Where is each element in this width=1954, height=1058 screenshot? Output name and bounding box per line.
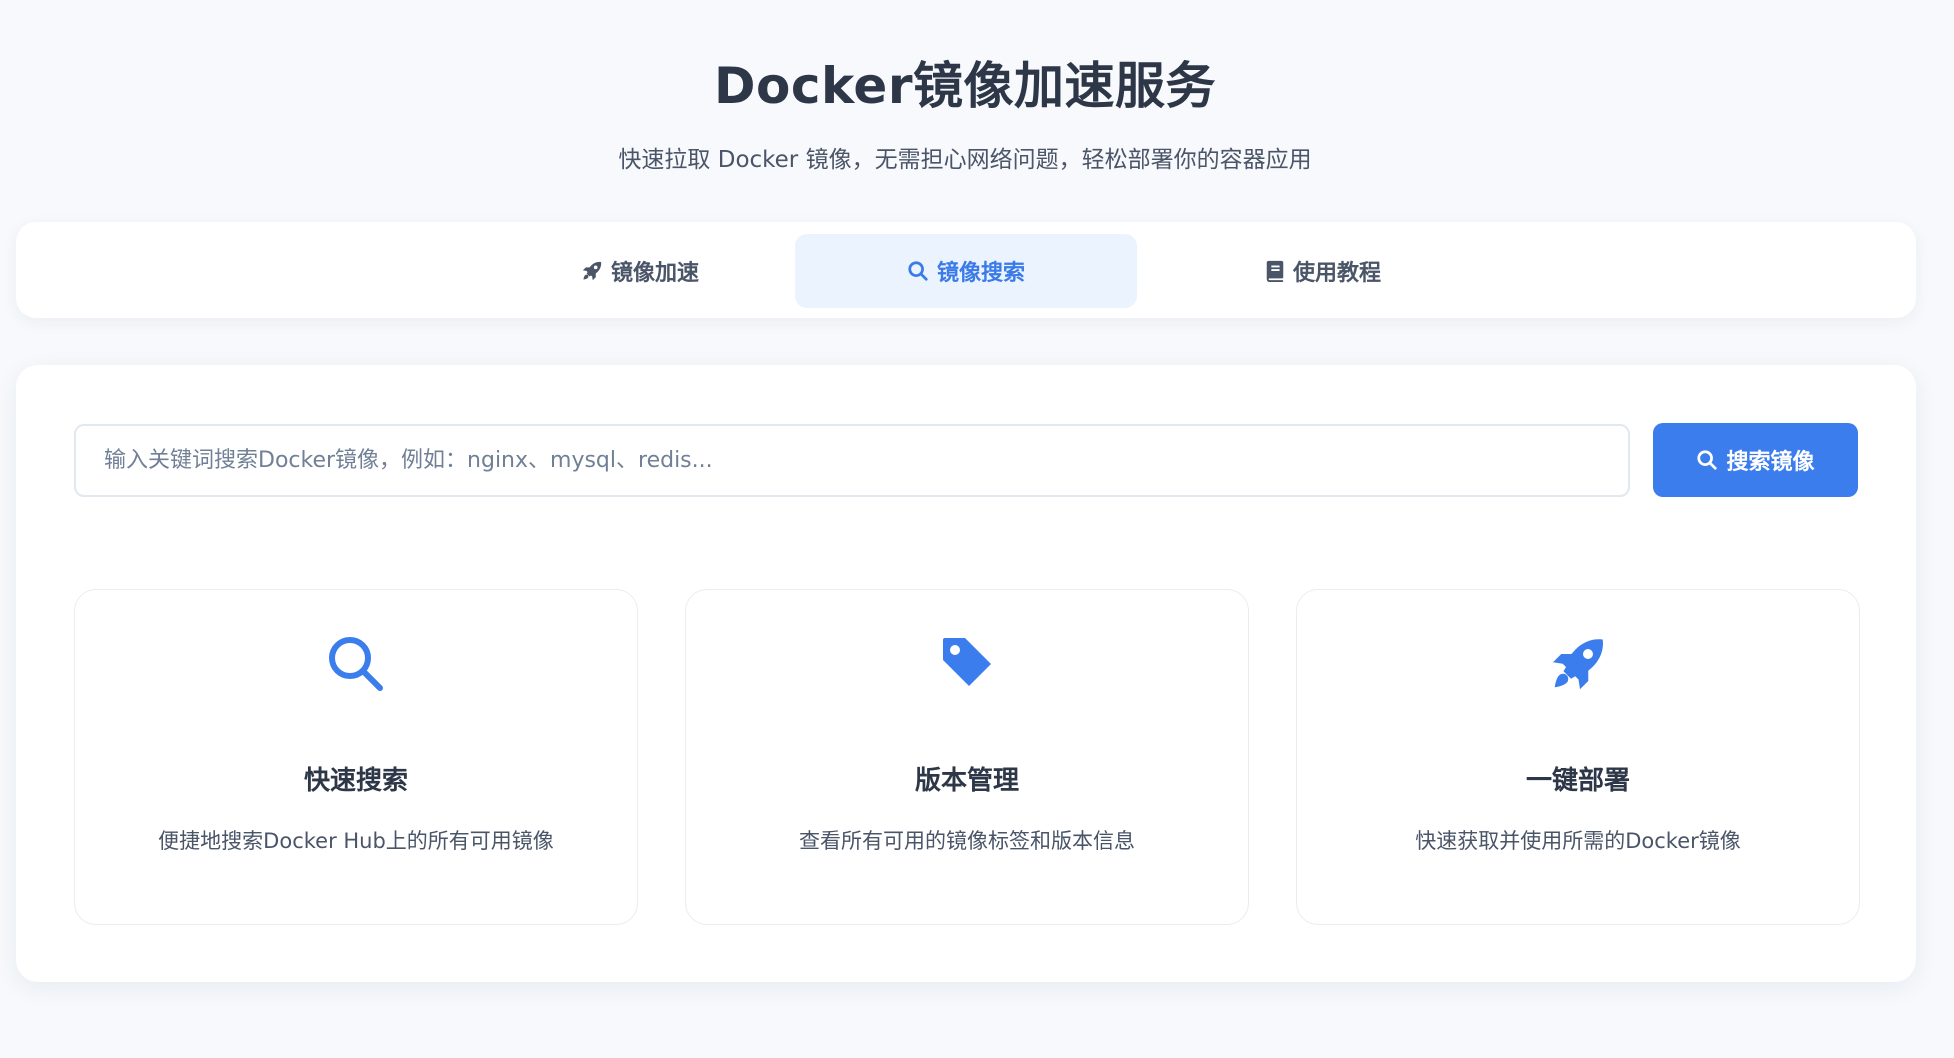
feature-card-one-click-deploy: 一键部署 快速获取并使用所需的Docker镜像 <box>1296 589 1860 925</box>
feature-card-fast-search: 快速搜索 便捷地搜索Docker Hub上的所有可用镜像 <box>74 589 638 925</box>
tab-tutorial[interactable]: 使用教程 <box>1152 234 1494 308</box>
feature-description: 便捷地搜索Docker Hub上的所有可用镜像 <box>158 829 554 853</box>
search-panel: 搜索镜像 快速搜索 便捷地搜索Docker Hub上的所有可用镜像 版本管理 查… <box>16 365 1916 982</box>
search-button[interactable]: 搜索镜像 <box>1653 423 1858 497</box>
tab-mirror-acceleration[interactable]: 镜像加速 <box>469 234 811 308</box>
tab-bar: 镜像加速 镜像搜索 使用教程 <box>16 222 1916 318</box>
search-icon <box>907 260 929 282</box>
rocket-icon <box>581 260 603 282</box>
tab-label: 镜像加速 <box>610 261 699 286</box>
feature-title: 一键部署 <box>1525 766 1630 796</box>
feature-title: 版本管理 <box>914 766 1019 796</box>
feature-card-version-management: 版本管理 查看所有可用的镜像标签和版本信息 <box>685 589 1249 925</box>
search-button-label: 搜索镜像 <box>1726 450 1815 475</box>
tab-mirror-search[interactable]: 镜像搜索 <box>795 234 1137 308</box>
feature-title: 快速搜索 <box>303 766 408 796</box>
book-icon <box>1265 260 1285 282</box>
page-subtitle: 快速拉取 Docker 镜像，无需担心网络问题，轻松部署你的容器应用 <box>618 147 1312 173</box>
search-input[interactable] <box>74 424 1630 497</box>
rocket-icon <box>1297 634 1859 694</box>
feature-description: 快速获取并使用所需的Docker镜像 <box>1415 829 1741 853</box>
page-title: Docker镜像加速服务 <box>714 57 1216 115</box>
search-icon <box>75 634 637 694</box>
search-icon <box>1696 449 1718 471</box>
tag-icon <box>686 634 1248 690</box>
tab-label: 镜像搜索 <box>936 261 1025 286</box>
feature-description: 查看所有可用的镜像标签和版本信息 <box>799 829 1135 853</box>
tab-label: 使用教程 <box>1292 261 1381 286</box>
